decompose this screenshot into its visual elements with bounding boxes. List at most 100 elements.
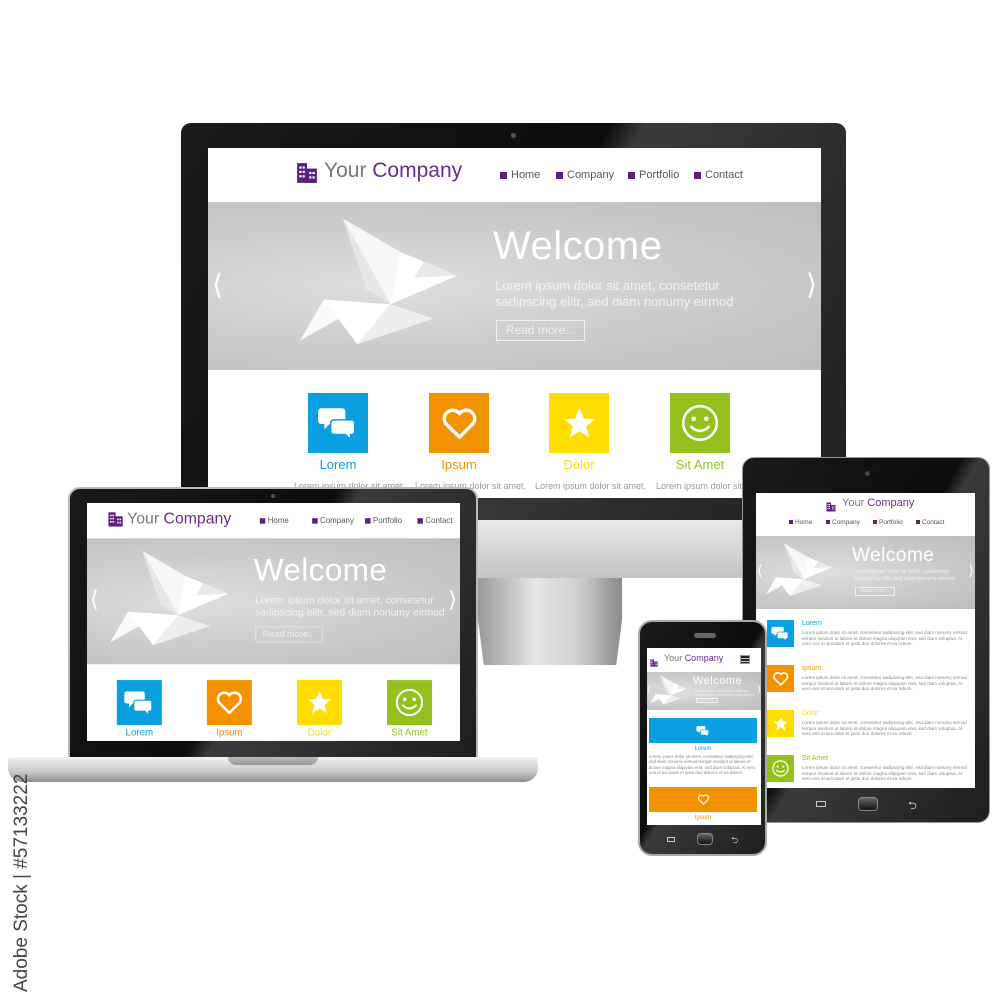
feature-title: Ipsum — [802, 665, 822, 672]
read-more-button[interactable]: Read more... — [496, 320, 585, 341]
heart-icon — [207, 680, 252, 725]
heart-icon — [693, 790, 713, 810]
nav-company[interactable]: Company — [312, 516, 354, 525]
feature-title: Sit Amet — [802, 755, 829, 762]
slider-prev-arrow[interactable]: ⟨ — [647, 685, 651, 695]
smiley-icon — [387, 680, 432, 725]
nav-home[interactable]: Home — [260, 516, 289, 525]
slider-next-arrow[interactable]: ⟩ — [448, 587, 457, 612]
feature-text: Lorem ipsum dolor sit amet, consetetur s… — [802, 765, 967, 782]
building-icon — [650, 654, 658, 667]
feature-title: Lorem — [802, 620, 822, 627]
feature-snippet: Lorem ipsum dolor sit amet, — [535, 481, 647, 491]
feature-tile-ipsum[interactable] — [767, 665, 794, 692]
nav-home[interactable]: Home — [789, 519, 812, 526]
feature-title: Sit Amet — [391, 727, 428, 738]
nav-portfolio[interactable]: Portfolio — [628, 169, 679, 181]
back-key-icon[interactable]: ⮌ — [908, 797, 917, 816]
feature-title: Dolor — [802, 710, 819, 717]
slider-prev-arrow[interactable]: ⟨ — [212, 268, 223, 301]
hero-slider: Welcome Lorem ipsum dolor sit amet, cons… — [756, 536, 975, 609]
hero-title: Welcome — [253, 552, 388, 588]
slider-prev-arrow[interactable]: ⟨ — [757, 563, 762, 579]
nav-home[interactable]: Home — [500, 169, 540, 181]
feature-tile-lorem[interactable] — [308, 393, 368, 453]
nav-portfolio[interactable]: Portfolio — [365, 516, 402, 525]
hero-text-line: Lorem ipsum dolor sit amet, consetetur — [495, 278, 720, 293]
origami-bird-image — [650, 675, 688, 705]
feature-text: Lorem ipsum dolor sit amet, consetetur s… — [802, 675, 967, 692]
nav-contact[interactable]: Contact — [417, 516, 452, 525]
nav-portfolio[interactable]: Portfolio — [873, 519, 903, 526]
nav-contact[interactable]: Contact — [694, 169, 743, 181]
logo-prefix: Your — [324, 158, 373, 182]
read-more-button[interactable]: Read more... — [696, 698, 718, 703]
feature-tile-ipsum[interactable] — [429, 393, 489, 453]
feature-tile-ipsum[interactable] — [649, 787, 757, 812]
menu-key-icon[interactable] — [667, 837, 675, 842]
website: Your Company Home Company Portfolio Contact … — [208, 148, 821, 498]
camera-dot — [511, 133, 516, 138]
feature-tile-lorem[interactable] — [649, 718, 757, 743]
hero-text-line: sadipscing elitr, sed diam nonumy eirmod — [495, 293, 734, 309]
building-icon — [108, 512, 124, 528]
origami-bird-image — [300, 218, 462, 348]
slider-next-arrow[interactable]: ⟩ — [806, 268, 817, 301]
star-icon — [297, 680, 342, 725]
logo-prefix: Your — [127, 509, 164, 528]
slider-prev-arrow[interactable]: ⟨ — [90, 587, 99, 612]
nav-contact[interactable]: Contact — [916, 519, 944, 526]
star-icon — [549, 393, 609, 453]
feature-tile-ipsum[interactable] — [206, 680, 252, 726]
feature-tile-lorem[interactable] — [116, 680, 162, 726]
hero-title: Welcome — [852, 545, 935, 566]
menu-key-icon[interactable] — [816, 801, 826, 807]
website-phone: Your Company Welcome Lorem ipsum dolor s… — [647, 648, 761, 825]
home-button[interactable] — [858, 797, 878, 811]
company-logo-link[interactable]: Your Company — [664, 653, 723, 663]
nav-company[interactable]: Company — [826, 519, 860, 526]
slider-next-arrow[interactable]: ⟩ — [969, 563, 974, 579]
company-logo-link[interactable]: Your Company — [127, 509, 231, 528]
company-logo-link[interactable]: Your Company — [324, 159, 462, 183]
building-icon — [296, 162, 318, 184]
feature-tile-dolor[interactable] — [767, 710, 794, 737]
hero-text-line: sadipscing elitr, sed diam nonumy eirmod — [695, 692, 754, 697]
star-icon — [767, 710, 794, 737]
feature-title: Ipsum — [694, 815, 712, 821]
feature-tile-dolor[interactable] — [549, 393, 609, 453]
feature-tile-sit-amet[interactable] — [767, 755, 794, 782]
feature-title: Lorem — [319, 457, 357, 472]
origami-bird-image — [110, 550, 232, 647]
speaker-grill — [694, 633, 716, 638]
hero-text-line: Lorem ipsum dolor sit amet, consetetur — [854, 569, 950, 575]
feature-title: Dolor — [563, 457, 595, 472]
nav-company[interactable]: Company — [556, 169, 614, 181]
logo-name: Company — [163, 509, 232, 528]
slider-next-arrow[interactable]: ⟩ — [757, 685, 761, 695]
home-button[interactable] — [697, 833, 713, 845]
read-more-button[interactable]: Read more... — [855, 587, 895, 596]
website-tablet: Your Company Home Company Portfolio Contact … — [756, 493, 975, 788]
feature-tile-sit-amet[interactable] — [670, 393, 730, 453]
heart-icon — [429, 393, 489, 453]
logo-name: Company — [372, 158, 463, 182]
feature-text: Lorem ipsum dolor sit amet, consetetur s… — [802, 720, 967, 737]
back-key-icon[interactable]: ⮌ — [731, 833, 738, 849]
website: Your Company Home Company Portfolio Contact … — [87, 503, 460, 741]
feature-tile-lorem[interactable] — [767, 620, 794, 647]
read-more-button[interactable]: Read more... — [255, 626, 323, 643]
laptop-notch — [228, 757, 318, 765]
smiley-icon — [767, 755, 794, 782]
chat-bubbles-icon — [693, 721, 713, 741]
hero-text-line: sadipscing elitr, sed diam nonumy eirmod — [854, 575, 955, 582]
feature-title: Lorem — [694, 746, 712, 752]
logo-prefix: Your — [842, 497, 868, 510]
chat-bubbles-icon — [308, 393, 368, 453]
camera-dot — [271, 494, 275, 498]
hamburger-menu-icon[interactable] — [740, 655, 750, 664]
company-logo-link[interactable]: Your Company — [842, 497, 914, 509]
hero-text-line: Lorem ipsum dolor sit amet, consetetur — [254, 594, 434, 606]
feature-tile-sit-amet[interactable] — [386, 680, 433, 726]
feature-tile-dolor[interactable] — [296, 680, 342, 726]
